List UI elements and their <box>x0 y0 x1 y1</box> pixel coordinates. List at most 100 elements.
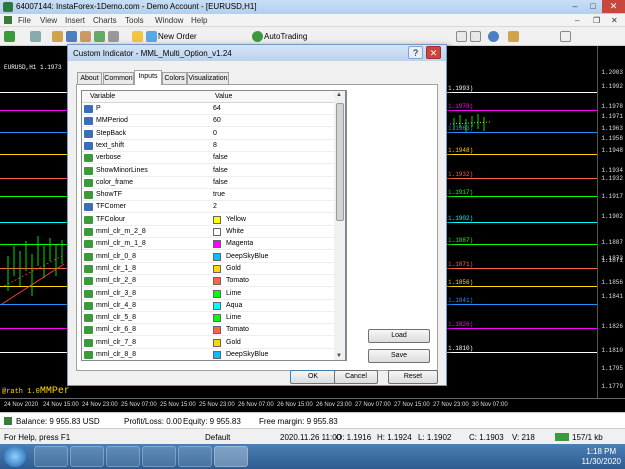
mdi-restore-button[interactable]: ❐ <box>593 16 600 25</box>
taskbar-ie-icon[interactable] <box>34 446 68 467</box>
menu-view[interactable]: View <box>40 16 57 25</box>
mdi-close-button[interactable]: ✕ <box>611 16 618 25</box>
input-row[interactable]: text_shift 8 <box>82 140 346 152</box>
input-row[interactable]: mml_clr_m_2_8 White <box>82 226 346 238</box>
input-value[interactable]: false <box>213 179 228 186</box>
input-value[interactable]: 0 <box>213 130 217 137</box>
taskbar-folder-icon[interactable] <box>106 446 140 467</box>
taskbar-mt4-icon[interactable] <box>214 446 248 467</box>
new-order-button[interactable]: New Order <box>158 32 197 41</box>
input-value[interactable]: Magenta <box>226 240 253 247</box>
autotrading-icon[interactable] <box>252 31 263 42</box>
menu-tools[interactable]: Tools <box>125 16 144 25</box>
navigator-icon[interactable] <box>80 31 91 42</box>
start-button[interactable] <box>4 446 26 467</box>
search-icon[interactable] <box>560 31 571 42</box>
new-order-icon[interactable] <box>146 31 157 42</box>
input-row[interactable]: mml_clr_m_1_8 Magenta <box>82 238 346 251</box>
input-row[interactable]: color_frame false <box>82 177 346 189</box>
input-row[interactable]: mml_clr_6_8 Tomato <box>82 324 346 337</box>
metaeditor-icon[interactable] <box>132 31 143 42</box>
input-value[interactable]: true <box>213 191 225 198</box>
input-row[interactable]: mml_clr_4_8 Aqua <box>82 300 346 312</box>
templates-icon[interactable] <box>508 31 519 42</box>
input-row[interactable]: mml_clr_0_8 DeepSkyBlue <box>82 251 346 263</box>
input-value[interactable]: Aqua <box>226 302 242 309</box>
input-value[interactable]: 64 <box>213 105 221 112</box>
market-watch-icon[interactable] <box>52 31 63 42</box>
cancel-button[interactable]: Cancel <box>334 370 378 384</box>
inputs-grid[interactable]: Variable Value P 64 MMPeriod 60 StepBack 0 tex… <box>81 90 347 361</box>
input-value[interactable]: Lime <box>226 290 241 297</box>
input-row[interactable]: mml_clr_3_8 Lime <box>82 288 346 300</box>
input-value[interactable]: White <box>226 228 244 235</box>
minimize-button[interactable]: – <box>566 0 584 13</box>
mml-level-label: 1.1810) <box>448 345 474 352</box>
grid-scrollbar[interactable]: ▲ ▼ <box>334 90 346 361</box>
tab-about[interactable]: About <box>77 72 102 84</box>
input-value[interactable]: Tomato <box>226 277 249 284</box>
maximize-button[interactable]: □ <box>584 0 602 13</box>
input-value[interactable]: false <box>213 154 228 161</box>
terminal-icon[interactable] <box>94 31 105 42</box>
save-button[interactable]: Save <box>368 349 430 363</box>
input-value[interactable]: Gold <box>226 339 241 346</box>
input-row[interactable]: mml_clr_8_8 DeepSkyBlue <box>82 349 346 360</box>
tab-inputs[interactable]: Inputs <box>134 70 162 85</box>
input-row[interactable]: mml_clr_5_8 Lime <box>82 312 346 325</box>
input-row[interactable]: StepBack 0 <box>82 128 346 140</box>
input-value[interactable]: false <box>213 167 228 174</box>
input-row[interactable]: ShowTF true <box>82 189 346 202</box>
tab-visualization[interactable]: Visualization <box>187 72 229 84</box>
input-value[interactable]: Yellow <box>226 216 246 223</box>
input-value[interactable]: 2 <box>213 203 217 210</box>
autotrading-button[interactable]: AutoTrading <box>264 32 307 41</box>
load-button[interactable]: Load <box>368 329 430 343</box>
input-value[interactable]: Gold <box>226 265 241 272</box>
input-row[interactable]: mml_clr_1_8 Gold <box>82 263 346 275</box>
input-value[interactable]: DeepSkyBlue <box>226 351 268 358</box>
taskbar-firefox-icon[interactable] <box>178 446 212 467</box>
scroll-up-icon[interactable]: ▲ <box>336 92 342 98</box>
reset-button[interactable]: Reset <box>388 370 438 384</box>
time-tick-label: 30 Nov 07:00 <box>472 402 508 408</box>
input-value[interactable]: DeepSkyBlue <box>226 253 268 260</box>
input-value[interactable]: Tomato <box>226 326 249 333</box>
menu-window[interactable]: Window <box>155 16 183 25</box>
color-type-icon <box>84 289 93 298</box>
scroll-thumb[interactable] <box>336 103 344 221</box>
input-row[interactable]: TFCorner 2 <box>82 201 346 214</box>
tab-common[interactable]: Common <box>103 72 134 84</box>
scroll-down-icon[interactable]: ▼ <box>336 353 342 359</box>
input-value[interactable]: 8 <box>213 142 217 149</box>
input-row[interactable]: mml_clr_7_8 Gold <box>82 337 346 349</box>
data-window-icon[interactable] <box>66 31 77 42</box>
new-chart-icon[interactable] <box>4 31 15 42</box>
dialog-close-button[interactable]: ✕ <box>426 46 441 59</box>
chart-shift-icon[interactable] <box>456 31 467 42</box>
input-value[interactable]: Lime <box>226 314 241 321</box>
menu-charts[interactable]: Charts <box>93 16 117 25</box>
periods-icon[interactable] <box>488 31 499 42</box>
tester-icon[interactable] <box>108 31 119 42</box>
menu-file[interactable]: File <box>18 16 31 25</box>
input-row[interactable]: MMPeriod 60 <box>82 115 346 128</box>
input-row[interactable]: ShowMinorLines false <box>82 165 346 177</box>
profiles-icon[interactable] <box>30 31 41 42</box>
dialog-help-button[interactable]: ? <box>408 46 423 59</box>
input-row[interactable]: P 64 <box>82 103 346 115</box>
input-value[interactable]: 60 <box>213 117 221 124</box>
mdi-minimize-button[interactable]: – <box>575 16 579 25</box>
autoscroll-icon[interactable] <box>470 31 481 42</box>
input-row[interactable]: mml_clr_2_8 Tomato <box>82 275 346 288</box>
close-button[interactable]: ✕ <box>602 0 625 13</box>
ok-button-main[interactable]: OK <box>290 370 336 384</box>
tab-colors[interactable]: Colors <box>162 72 187 84</box>
input-row[interactable]: verbose false <box>82 152 346 165</box>
taskbar-chrome-icon[interactable] <box>142 446 176 467</box>
price-tick-label: 1.1978 <box>601 103 623 110</box>
menu-insert[interactable]: Insert <box>65 16 85 25</box>
menu-help[interactable]: Help <box>191 16 207 25</box>
taskbar-skype-icon[interactable] <box>70 446 104 467</box>
input-row[interactable]: TFColour Yellow <box>82 214 346 226</box>
